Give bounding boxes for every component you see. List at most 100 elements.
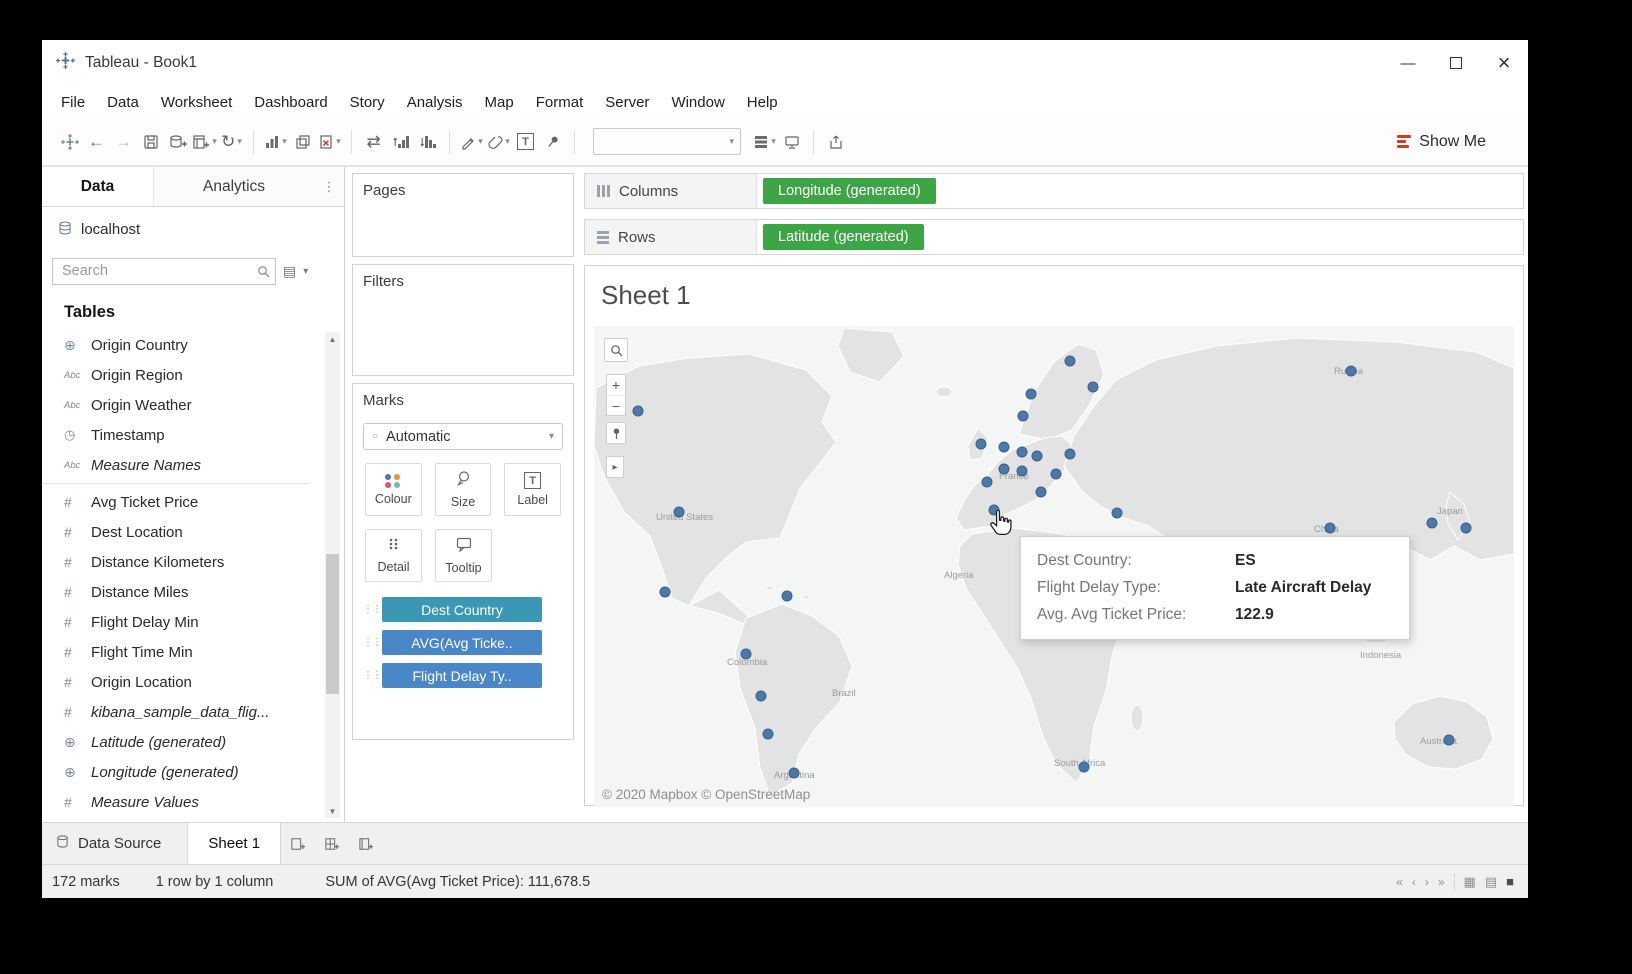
menu-item-server[interactable]: Server (594, 86, 660, 118)
tab-analytics[interactable]: Analytics (154, 167, 314, 206)
rows-shelf[interactable]: Rows Latitude (generated) (584, 219, 1524, 255)
mark-type-dropdown[interactable]: ○ Automatic ▾ (363, 423, 563, 450)
field-origin-region[interactable]: AbcOrigin Region (42, 360, 322, 390)
columns-pill[interactable]: Longitude (generated) (763, 178, 936, 204)
menu-item-data[interactable]: Data (96, 86, 150, 118)
next-record-icon[interactable]: › (1425, 875, 1429, 889)
new-worksheet-icon[interactable]: ▾ (191, 127, 218, 157)
zoom-in-button[interactable]: + (607, 375, 625, 395)
sort-ascending-icon[interactable] (387, 127, 414, 157)
grid-view-icon[interactable]: ▦ (1464, 874, 1476, 890)
menu-item-help[interactable]: Help (736, 86, 789, 118)
tab-data-source[interactable]: Data Source (42, 823, 188, 864)
previous-record-icon[interactable]: ‹ (1412, 875, 1416, 889)
map-mark[interactable] (1325, 523, 1335, 533)
add-data-icon[interactable] (164, 127, 191, 157)
map-mark[interactable] (1461, 523, 1471, 533)
map-mark[interactable] (782, 591, 792, 601)
map-mark[interactable] (789, 768, 799, 778)
first-record-icon[interactable]: « (1396, 875, 1403, 889)
detail-button[interactable]: Detail (365, 529, 422, 582)
new-dashboard-tab-icon[interactable] (315, 823, 349, 864)
field-avg-ticket-price[interactable]: #Avg Ticket Price (42, 487, 322, 517)
menu-item-format[interactable]: Format (525, 86, 595, 118)
marks-pill-dest-country[interactable]: Dest Country (382, 597, 542, 622)
menu-item-story[interactable]: Story (339, 86, 396, 118)
save-icon[interactable] (137, 127, 164, 157)
scroll-thumb[interactable] (326, 554, 339, 694)
show-hide-cards-icon[interactable]: ▾ (751, 127, 778, 157)
map-mark[interactable] (1427, 518, 1437, 528)
marks-pill-avg-avg-ticke-[interactable]: AVG(Avg Ticke.. (382, 630, 542, 655)
redo-icon[interactable]: → (110, 127, 137, 157)
tab-sheet-1[interactable]: Sheet 1 (188, 823, 281, 864)
connection-row[interactable]: localhost (42, 207, 344, 251)
share-icon[interactable] (822, 127, 849, 157)
menu-item-dashboard[interactable]: Dashboard (243, 86, 338, 118)
refresh-icon[interactable]: ↻▾ (218, 127, 245, 157)
presentation-mode-icon[interactable] (778, 127, 805, 157)
tab-data[interactable]: Data (42, 167, 154, 206)
pane-options-icon[interactable]: ⋮ (314, 167, 344, 206)
map-mark[interactable] (1112, 508, 1122, 518)
map-mark[interactable] (1065, 449, 1075, 459)
map-mark[interactable] (1017, 466, 1027, 476)
map-mark[interactable] (999, 442, 1009, 452)
view-as-list-icon[interactable]: ▤ (283, 263, 296, 280)
field-flight-time-min[interactable]: #Flight Time Min (42, 637, 322, 667)
list-view-icon[interactable]: ▤ (1485, 874, 1497, 890)
field-measure-values[interactable]: #Measure Values (42, 787, 322, 817)
scroll-up-icon[interactable]: ▲ (325, 332, 340, 346)
scrollbar[interactable]: ▲ ▼ (325, 332, 340, 818)
rows-pill[interactable]: Latitude (generated) (763, 224, 924, 250)
field-latitude-generated-[interactable]: ⊕Latitude (generated) (42, 727, 322, 757)
swap-rows-columns-icon[interactable]: ⇄ (360, 127, 387, 157)
menu-item-worksheet[interactable]: Worksheet (150, 86, 243, 118)
highlight-icon[interactable]: ▾ (458, 127, 485, 157)
map-mark[interactable] (756, 691, 766, 701)
map-mark[interactable] (1088, 382, 1098, 392)
size-button[interactable]: Size (435, 463, 492, 516)
map-mark[interactable] (1444, 735, 1454, 745)
map-mark[interactable] (1026, 389, 1036, 399)
field-timestamp[interactable]: ◷Timestamp (42, 420, 322, 450)
map-mark[interactable] (660, 587, 670, 597)
filters-card[interactable]: Filters (352, 264, 574, 376)
colour-button[interactable]: Colour (365, 463, 422, 516)
field-distance-miles[interactable]: #Distance Miles (42, 577, 322, 607)
map-mark[interactable] (1346, 366, 1356, 376)
map-mark[interactable] (1017, 447, 1027, 457)
map-mark[interactable] (1051, 469, 1061, 479)
map-mark[interactable] (1036, 487, 1046, 497)
tableau-home-icon[interactable] (56, 127, 83, 157)
last-record-icon[interactable]: » (1438, 875, 1445, 889)
new-view-icon[interactable]: ▾ (262, 127, 289, 157)
menu-item-map[interactable]: Map (474, 86, 525, 118)
field-longitude-generated-[interactable]: ⊕Longitude (generated) (42, 757, 322, 787)
field-kibana-sample-data-flig-[interactable]: #kibana_sample_data_flig... (42, 697, 322, 727)
map-mark[interactable] (1018, 411, 1028, 421)
columns-shelf[interactable]: Columns Longitude (generated) (584, 173, 1524, 209)
tooltip-button[interactable]: Tooltip (435, 529, 492, 582)
field-measure-names[interactable]: AbcMeasure Names (42, 450, 322, 480)
minimize-button[interactable]: — (1384, 40, 1432, 86)
map-mark[interactable] (674, 507, 684, 517)
map-view[interactable]: United StatesColombiaBrazilArgentinaAlge… (594, 326, 1514, 807)
pages-card[interactable]: Pages (352, 173, 574, 257)
maximize-button[interactable] (1432, 40, 1480, 86)
field-distance-kilometers[interactable]: #Distance Kilometers (42, 547, 322, 577)
map-mark[interactable] (633, 406, 643, 416)
undo-icon[interactable]: ← (83, 127, 110, 157)
map-mark[interactable] (763, 729, 773, 739)
map-mark[interactable] (982, 477, 992, 487)
map-expand-icon[interactable]: ▸ (606, 456, 624, 478)
menu-item-analysis[interactable]: Analysis (396, 86, 474, 118)
new-story-tab-icon[interactable] (349, 823, 383, 864)
field-origin-location[interactable]: #Origin Location (42, 667, 322, 697)
duplicate-icon[interactable] (289, 127, 316, 157)
show-me-button[interactable]: Show Me (1397, 133, 1486, 151)
map-mark[interactable] (1079, 762, 1089, 772)
clear-sheet-icon[interactable]: ▾ (316, 127, 343, 157)
map-mark[interactable] (989, 505, 999, 515)
fix-axes-icon[interactable] (539, 127, 566, 157)
